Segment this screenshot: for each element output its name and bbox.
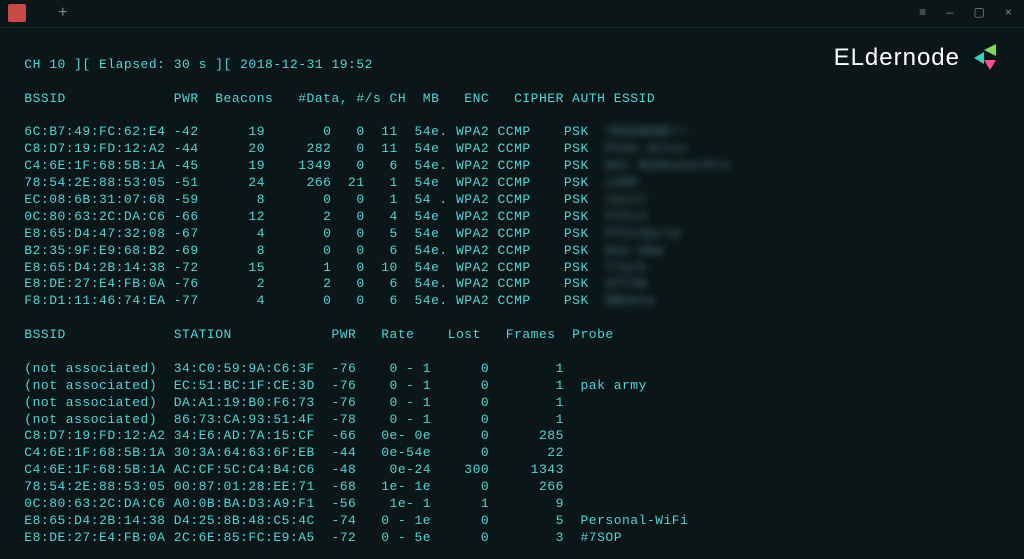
essid-blurred: PTCL4: [605, 209, 647, 224]
ap-row: 6C:B7:49:FC:62:E4 -42 19 0 0 11 54e. WPA…: [16, 124, 1008, 141]
essid-blurred: DBnetw: [605, 293, 655, 308]
ap-table: 6C:B7:49:FC:62:E4 -42 19 0 0 11 54e. WPA…: [16, 124, 1008, 310]
ap-row: E8:65:D4:2B:14:38 -72 15 1 0 10 54e WPA2…: [16, 260, 1008, 277]
station-table: (not associated) 34:C0:59:9A:C6:3F -76 0…: [16, 361, 1008, 547]
ap-row: EC:08:6B:31:07:68 -59 8 0 0 1 54 . WPA2 …: [16, 192, 1008, 209]
station-row: 78:54:2E:88:53:05 00:87:01:28:EE:71 -68 …: [16, 479, 1008, 496]
ap-row: F8:D1:11:46:74:EA -77 4 0 0 6 54e. WPA2 …: [16, 293, 1008, 310]
terminal-output: CH 10 ][ Elapsed: 30 s ][ 2018-12-31 19:…: [0, 28, 1024, 559]
active-tab[interactable]: [8, 4, 26, 22]
essid-blurred: ATTIN: [605, 276, 647, 291]
close-icon[interactable]: ×: [1001, 6, 1016, 22]
ap-header: BSSID PWR Beacons #Data, #/s CH MB ENC C…: [16, 91, 655, 106]
station-row: C4:6E:1F:68:5B:1A 30:3A:64:63:6F:EB -44 …: [16, 445, 1008, 462]
essid-blurred: TRUENODE!!: [605, 124, 688, 139]
essid-blurred: Jazz1: [605, 192, 647, 207]
essid-blurred: Pine Attic: [605, 141, 688, 156]
logo-text: ELdernode: [834, 42, 960, 73]
maximize-icon[interactable]: ▢: [969, 6, 988, 22]
tab-area: +: [8, 3, 76, 24]
tab-label: [30, 11, 46, 15]
station-row: E8:65:D4:2B:14:38 D4:25:8B:48:C5:4C -74 …: [16, 513, 1008, 530]
station-row: (not associated) EC:51:BC:1F:CE:3D -76 0…: [16, 378, 1008, 395]
essid-blurred: Net MyRouterPro: [605, 158, 730, 173]
status-line: CH 10 ][ Elapsed: 30 s ][ 2018-12-31 19:…: [16, 57, 373, 72]
essid-blurred: Tlark: [605, 260, 647, 275]
essid-blurred: LOOP: [605, 175, 638, 190]
new-tab-button[interactable]: +: [50, 3, 76, 24]
ap-row: C8:D7:19:FD:12:A2 -44 20 282 0 11 54e WP…: [16, 141, 1008, 158]
station-header: BSSID STATION PWR Rate Lost Frames Probe: [16, 327, 614, 342]
essid-blurred: Kas-dbw: [605, 243, 663, 258]
ap-row: C4:6E:1F:68:5B:1A -45 19 1349 0 6 54e. W…: [16, 158, 1008, 175]
station-row: 0C:80:63:2C:DA:C6 A0:0B:BA:D3:A9:F1 -56 …: [16, 496, 1008, 513]
station-row: (not associated) 86:73:CA:93:51:4F -78 0…: [16, 412, 1008, 429]
station-row: E8:DE:27:E4:FB:0A 2C:6E:85:FC:E9:A5 -72 …: [16, 530, 1008, 547]
ap-row: E8:65:D4:47:32:08 -67 4 0 0 5 54e WPA2 C…: [16, 226, 1008, 243]
ap-row: 0C:80:63:2C:DA:C6 -66 12 2 0 4 54e WPA2 …: [16, 209, 1008, 226]
minimize-icon[interactable]: —: [942, 6, 957, 22]
station-row: C4:6E:1F:68:5B:1A AC:CF:5C:C4:B4:C6 -48 …: [16, 462, 1008, 479]
window-controls: ≡ — ▢ ×: [915, 6, 1016, 22]
station-row: C8:D7:19:FD:12:A2 34:E6:AD:7A:15:CF -66 …: [16, 428, 1008, 445]
station-row: (not associated) DA:A1:19:B0:F6:73 -76 0…: [16, 395, 1008, 412]
ap-row: 78:54:2E:88:53:05 -51 24 266 21 1 54e WP…: [16, 175, 1008, 192]
brand-logo: ELdernode: [834, 40, 1004, 76]
essid-blurred: PTCLhbLtd: [605, 226, 680, 241]
ap-row: E8:DE:27:E4:FB:0A -76 2 2 0 6 54e. WPA2 …: [16, 276, 1008, 293]
ap-row: B2:35:9F:E9:68:B2 -69 8 0 0 6 54e. WPA2 …: [16, 243, 1008, 260]
logo-icon: [968, 40, 1004, 76]
more-icon[interactable]: ≡: [915, 6, 930, 22]
station-row: (not associated) 34:C0:59:9A:C6:3F -76 0…: [16, 361, 1008, 378]
titlebar: + ≡ — ▢ ×: [0, 0, 1024, 28]
